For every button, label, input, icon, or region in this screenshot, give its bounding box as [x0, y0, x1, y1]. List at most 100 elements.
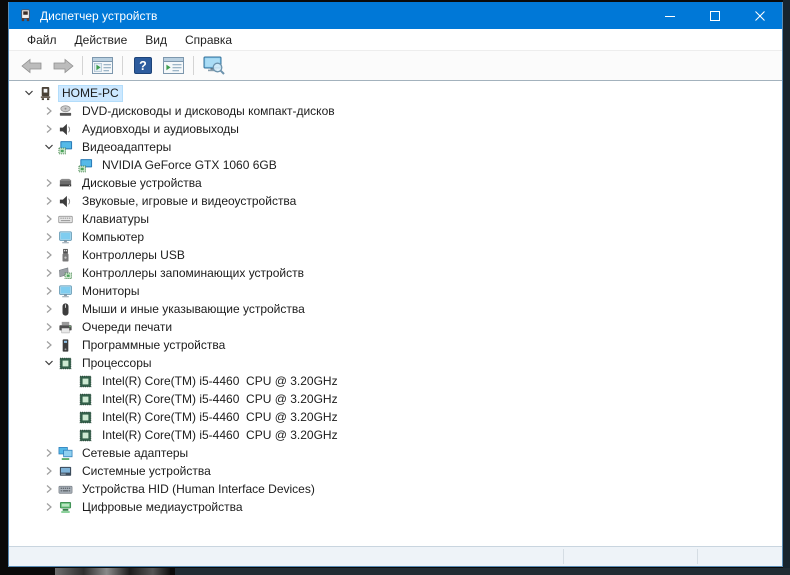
tree-item[interactable]: Процессоры	[9, 354, 782, 372]
menu-action[interactable]: Действие	[66, 31, 137, 49]
tree-item-label: Цифровые медиаустройства	[82, 499, 243, 514]
chevron-right-icon[interactable]	[41, 265, 57, 281]
svg-text:?: ?	[139, 59, 147, 73]
tree-item[interactable]: Мониторы	[9, 282, 782, 300]
tree-item[interactable]: Дисковые устройства	[9, 174, 782, 192]
help-button[interactable]: ?	[127, 52, 158, 79]
chevron-down-icon[interactable]	[41, 139, 57, 155]
tree-item[interactable]: Клавиатуры	[9, 210, 782, 228]
chevron-right-icon[interactable]	[41, 193, 57, 209]
tree-item[interactable]: Intel(R) Core(TM) i5-4460 CPU @ 3.20GHz	[9, 390, 782, 408]
tree-item-label: Контроллеры запоминающих устройств	[82, 265, 304, 280]
title-bar: Диспетчер устройств	[9, 2, 782, 29]
tree-item[interactable]: Цифровые медиаустройства	[9, 498, 782, 516]
tree-item-label: Процессоры	[82, 355, 152, 370]
toolbar-separator	[122, 56, 123, 75]
monitor-icon	[57, 229, 74, 245]
back-icon	[20, 58, 41, 73]
tree-item[interactable]: Сетевые адаптеры	[9, 444, 782, 462]
desktop-right-edge	[783, 0, 790, 575]
chevron-down-icon[interactable]	[21, 85, 37, 101]
tree-item[interactable]: Устройства HID (Human Interface Devices)	[9, 480, 782, 498]
chevron-right-icon[interactable]	[41, 229, 57, 245]
tree-item[interactable]: Видеоадаптеры	[9, 138, 782, 156]
status-bar	[9, 546, 782, 566]
chevron-down-icon[interactable]	[41, 355, 57, 371]
chevron-right-icon[interactable]	[41, 283, 57, 299]
dvd-drive-icon	[57, 103, 74, 119]
chevron-right-icon[interactable]	[41, 337, 57, 353]
show-console-tree-icon	[92, 57, 113, 74]
tree-item-label: Intel(R) Core(TM) i5-4460 CPU @ 3.20GHz	[102, 427, 338, 442]
help-icon: ?	[133, 57, 152, 74]
close-button[interactable]	[737, 2, 782, 29]
tree-item-label: Intel(R) Core(TM) i5-4460 CPU @ 3.20GHz	[102, 391, 338, 406]
processor-icon	[77, 373, 94, 389]
toolbar-separator	[82, 56, 83, 75]
tree-item[interactable]: Компьютер	[9, 228, 782, 246]
chevron-right-icon[interactable]	[41, 247, 57, 263]
network-adapter-icon	[57, 445, 74, 461]
device-manager-icon	[17, 8, 33, 24]
tree-item-label: HOME-PC	[59, 85, 122, 101]
chevron-right-icon[interactable]	[41, 463, 57, 479]
tree-item[interactable]: HOME-PC	[9, 84, 782, 102]
tree-item[interactable]: Intel(R) Core(TM) i5-4460 CPU @ 3.20GHz	[9, 408, 782, 426]
tree-item[interactable]: DVD-дисководы и дисководы компакт-дисков	[9, 102, 782, 120]
forward-icon	[53, 58, 74, 73]
chevron-right-icon[interactable]	[41, 499, 57, 515]
tree-item-label: Intel(R) Core(TM) i5-4460 CPU @ 3.20GHz	[102, 373, 338, 388]
tree-item[interactable]: Контроллеры запоминающих устройств	[9, 264, 782, 282]
storage-controller-icon	[57, 265, 74, 281]
tree-item-label: Системные устройства	[82, 463, 211, 478]
minimize-button[interactable]	[647, 2, 692, 29]
desktop-taskbar-fragment	[55, 568, 170, 575]
window-controls	[647, 2, 782, 29]
tree-item[interactable]: Аудиовходы и аудиовыходы	[9, 120, 782, 138]
tree-item[interactable]: Звуковые, игровые и видеоустройства	[9, 192, 782, 210]
tree-item-label: Мониторы	[82, 283, 140, 298]
show-console-tree-button[interactable]	[87, 52, 118, 79]
back-button[interactable]	[16, 52, 47, 79]
menu-file[interactable]: Файл	[18, 31, 66, 49]
tree-item[interactable]: NVIDIA GeForce GTX 1060 6GB	[9, 156, 782, 174]
menu-help[interactable]: Справка	[176, 31, 241, 49]
display-adapter-icon	[77, 157, 94, 173]
status-separator	[697, 549, 698, 564]
tree-item[interactable]: Системные устройства	[9, 462, 782, 480]
tree-item[interactable]: Контроллеры USB	[9, 246, 782, 264]
tree-item[interactable]: Очереди печати	[9, 318, 782, 336]
chevron-right-icon[interactable]	[41, 301, 57, 317]
scan-hardware-changes-icon	[203, 56, 225, 75]
menu-view[interactable]: Вид	[136, 31, 176, 49]
scan-hardware-changes-button[interactable]	[198, 52, 229, 79]
tree-item[interactable]: Intel(R) Core(TM) i5-4460 CPU @ 3.20GHz	[9, 372, 782, 390]
status-separator	[563, 549, 564, 564]
properties-button[interactable]	[158, 52, 189, 79]
tree-item-label: Программные устройства	[82, 337, 226, 352]
chevron-right-icon[interactable]	[41, 211, 57, 227]
tree-item[interactable]: Intel(R) Core(TM) i5-4460 CPU @ 3.20GHz	[9, 426, 782, 444]
tree-item-label: Аудиовходы и аудиовыходы	[82, 121, 239, 136]
chevron-right-icon[interactable]	[41, 175, 57, 191]
system-device-icon	[57, 463, 74, 479]
forward-button[interactable]	[47, 52, 78, 79]
properties-icon	[163, 57, 184, 74]
chevron-right-icon[interactable]	[41, 121, 57, 137]
tree-item[interactable]: Программные устройства	[9, 336, 782, 354]
chevron-right-icon[interactable]	[41, 319, 57, 335]
chevron-right-icon[interactable]	[41, 445, 57, 461]
tree-item-label: Видеоадаптеры	[82, 139, 172, 154]
chevron-right-icon[interactable]	[41, 103, 57, 119]
tree-item-label: Мыши и иные указывающие устройства	[82, 301, 305, 316]
maximize-button[interactable]	[692, 2, 737, 29]
tree-item-label: Устройства HID (Human Interface Devices)	[82, 481, 315, 496]
toolbar-separator	[193, 56, 194, 75]
chevron-right-icon[interactable]	[41, 481, 57, 497]
tree-item-label: NVIDIA GeForce GTX 1060 6GB	[102, 157, 277, 172]
tree-item[interactable]: Мыши и иные указывающие устройства	[9, 300, 782, 318]
tree-item-label: DVD-дисководы и дисководы компакт-дисков	[82, 103, 335, 118]
display-adapter-icon	[57, 139, 74, 155]
minimize-icon	[664, 15, 675, 17]
window-title: Диспетчер устройств	[40, 8, 158, 23]
